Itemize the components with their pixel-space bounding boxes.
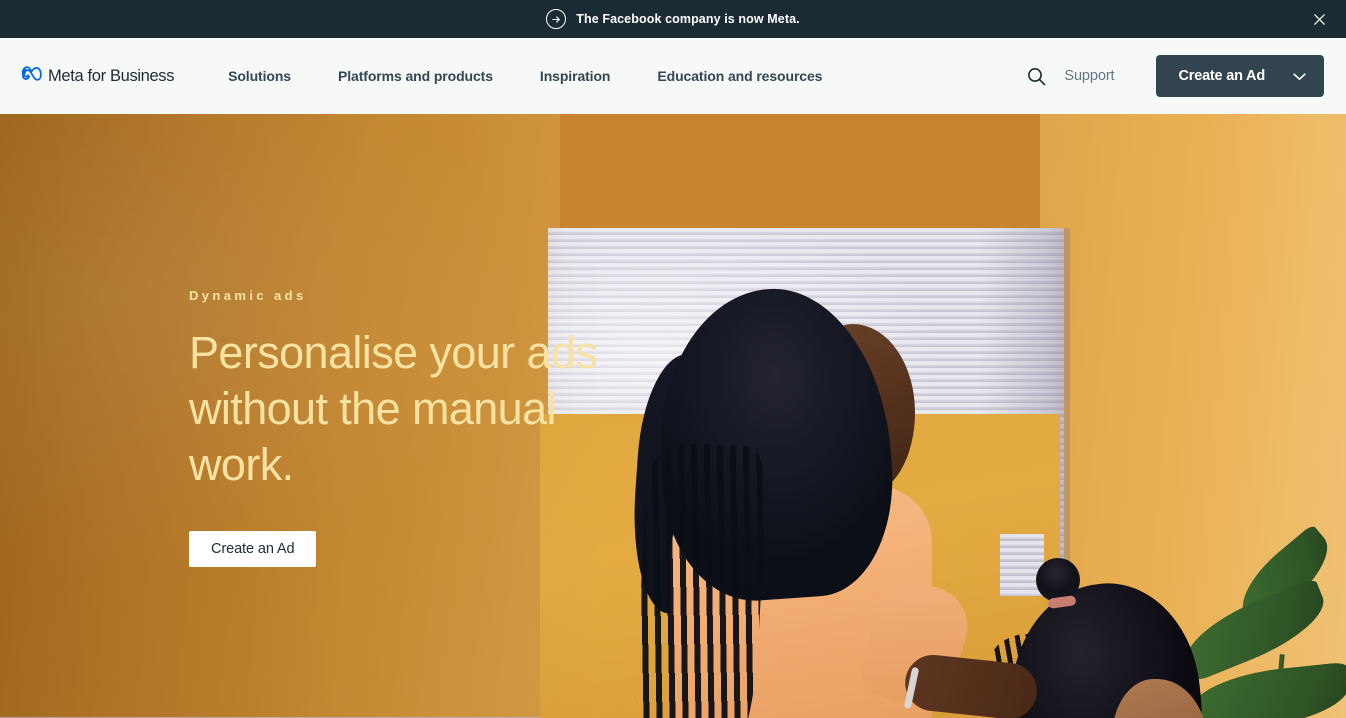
brand-name: Meta for Business — [48, 66, 175, 85]
hero-eyebrow: Dynamic ads — [189, 288, 307, 303]
create-an-ad-label: Create an Ad — [1178, 68, 1265, 84]
primary-navigation: Solutions Platforms and products Inspira… — [228, 68, 822, 84]
site-header: Meta for Business Solutions Platforms an… — [0, 38, 1346, 114]
create-an-ad-button[interactable]: Create an Ad — [1156, 55, 1324, 97]
header-actions: Support Create an Ad — [1016, 55, 1324, 97]
announcement-link[interactable]: The Facebook company is now Meta. — [546, 9, 800, 29]
meta-infinity-logo-icon — [21, 66, 43, 86]
nav-item-education-and-resources[interactable]: Education and resources — [657, 68, 822, 84]
close-icon[interactable] — [1306, 6, 1332, 32]
hero-title: Personalise your ads without the manual … — [189, 327, 598, 490]
nav-item-solutions[interactable]: Solutions — [228, 68, 291, 84]
nav-item-platforms-and-products[interactable]: Platforms and products — [338, 68, 493, 84]
hero-copy: Dynamic ads Personalise your ads without… — [189, 288, 659, 567]
search-icon[interactable] — [1016, 56, 1056, 96]
announcement-banner: The Facebook company is now Meta. — [0, 0, 1346, 38]
chevron-down-icon — [1293, 69, 1306, 84]
nav-item-inspiration[interactable]: Inspiration — [540, 68, 611, 84]
arrow-right-circle-icon — [546, 9, 567, 29]
meta-for-business-page: The Facebook company is now Meta. Meta f… — [0, 0, 1346, 718]
hero-create-an-ad-button[interactable]: Create an Ad — [189, 531, 317, 567]
hero-section: Dynamic ads Personalise your ads without… — [0, 114, 1346, 718]
brand-home-link[interactable]: Meta for Business — [21, 66, 175, 86]
announcement-text: The Facebook company is now Meta. — [576, 12, 800, 26]
support-link[interactable]: Support — [1064, 68, 1114, 84]
